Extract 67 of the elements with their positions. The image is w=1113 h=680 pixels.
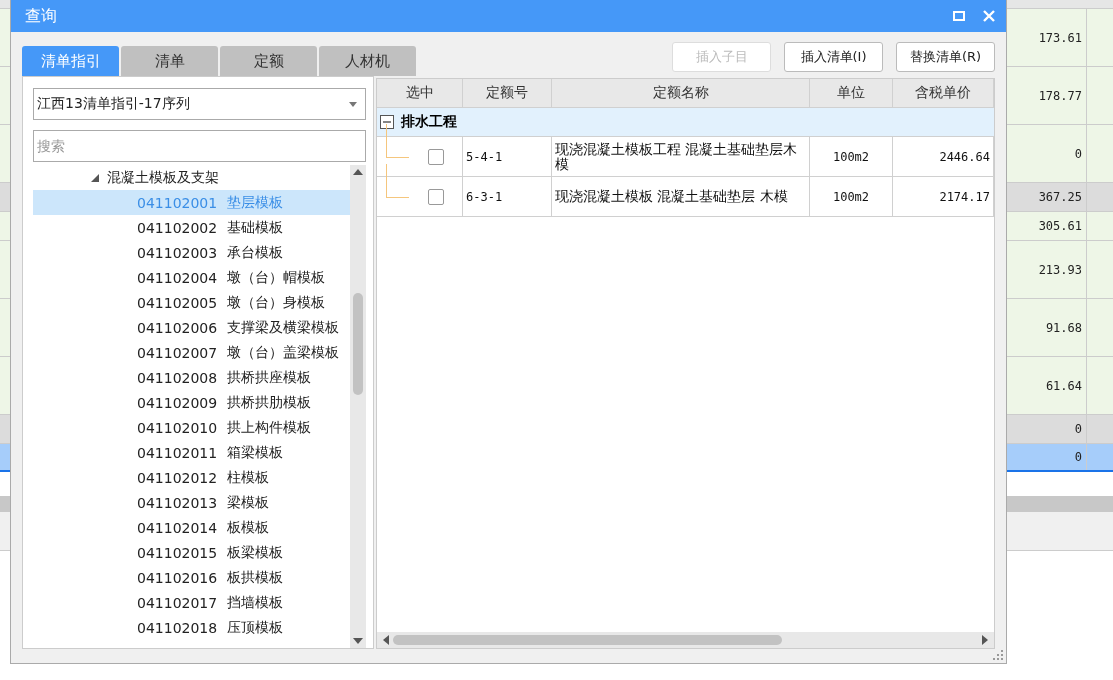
tree-item[interactable]: 041102011 箱梁模板 — [33, 440, 350, 465]
table-cell: 5-4-1 — [463, 137, 552, 177]
resize-grip-icon[interactable] — [993, 650, 1003, 660]
table-cell: 100m2 — [810, 137, 893, 177]
table-cell: 现浇混凝土模板 混凝土基础垫层 木模 — [552, 177, 810, 217]
scroll-left-icon[interactable] — [383, 635, 389, 645]
window-title: 查询 — [25, 5, 57, 27]
table-cell-text: 91.68 — [1044, 319, 1083, 337]
tree-item[interactable]: 041102012 柱模板 — [33, 465, 350, 490]
tree-item[interactable]: 041102002 基础模板 — [33, 215, 350, 240]
table-cell: 2174.17 — [893, 177, 994, 217]
tree-item[interactable]: 041102007 墩（台）盖梁模板 — [33, 340, 350, 365]
tab[interactable]: 定额 — [220, 46, 317, 76]
column-header[interactable]: 选中 — [377, 79, 463, 108]
table-cell-text: 0 — [1073, 421, 1083, 438]
button[interactable]: 插入清单(I) — [784, 42, 883, 72]
tree-item[interactable]: 041102006 支撑梁及横梁模板 — [33, 315, 350, 340]
table-cell-text: 213.93 — [1037, 261, 1083, 279]
table-cell-text: 305.61 — [1037, 218, 1083, 235]
table-cell-text: 0 — [1073, 449, 1083, 466]
tree-item[interactable]: 混凝土模板及支架 — [107, 168, 219, 187]
tree-item[interactable]: 041102015 板梁模板 — [33, 540, 350, 565]
column-header[interactable]: 单位 — [810, 79, 893, 108]
tree-item[interactable]: 041102014 板模板 — [33, 515, 350, 540]
tree-item[interactable]: 041102003 承台模板 — [33, 240, 350, 265]
checkbox[interactable] — [428, 148, 444, 165]
column-header[interactable]: 定额名称 — [552, 79, 810, 108]
tab[interactable]: 人材机 — [319, 46, 416, 76]
tab[interactable]: 清单 — [121, 46, 218, 76]
scroll-thumb[interactable] — [353, 293, 363, 395]
search-field[interactable]: 搜索 — [33, 130, 366, 162]
table-cell: 现浇混凝土模板工程 混凝土基础垫层木模 — [552, 137, 810, 177]
column-header[interactable]: 含税单价 — [893, 79, 994, 108]
table-cell-text: 367.25 — [1037, 189, 1083, 206]
group-row[interactable]: 排水工程 — [377, 108, 994, 137]
tree-item[interactable]: 041102013 梁模板 — [33, 490, 350, 515]
tree-connector-line — [386, 164, 409, 198]
table-cell-text: 0 — [1073, 145, 1083, 163]
close-icon[interactable] — [982, 9, 996, 23]
table-cell-text: 178.77 — [1037, 87, 1083, 105]
table-cell-text: 173.61 — [1037, 29, 1083, 47]
scrollbar[interactable] — [377, 632, 994, 648]
scroll-up-icon[interactable] — [353, 169, 363, 175]
library-select[interactable]: 江西13清单指引-17序列 — [33, 88, 366, 120]
maximize-icon[interactable] — [952, 9, 966, 23]
tree-item[interactable]: 041102017 挡墙模板 — [33, 590, 350, 615]
column-header[interactable]: 定额号 — [463, 79, 552, 108]
scroll-right-icon[interactable] — [982, 635, 988, 645]
scrollbar[interactable] — [350, 165, 366, 648]
table-cell: 2446.64 — [893, 137, 994, 177]
tree-item[interactable]: 041102004 墩（台）帽模板 — [33, 265, 350, 290]
tree-item[interactable]: 041102018 压顶模板 — [33, 615, 350, 640]
collapse-icon[interactable] — [380, 115, 394, 129]
checkbox[interactable] — [428, 188, 444, 205]
tree-item[interactable]: 041102005 墩（台）身模板 — [33, 290, 350, 315]
scroll-thumb[interactable] — [393, 635, 782, 645]
expanded-triangle-icon[interactable] — [91, 173, 99, 182]
scroll-down-icon[interactable] — [353, 638, 363, 644]
dropdown-caret-icon[interactable] — [349, 101, 357, 107]
tree-item[interactable]: 041102016 板拱模板 — [33, 565, 350, 590]
table-cell: 100m2 — [810, 177, 893, 217]
tree-item[interactable]: 041102010 拱上构件模板 — [33, 415, 350, 440]
table-cell: 6-3-1 — [463, 177, 552, 217]
button[interactable]: 替换清单(R) — [896, 42, 995, 72]
tree-item[interactable]: 041102008 拱桥拱座模板 — [33, 365, 350, 390]
table-cell-text: 61.64 — [1044, 377, 1083, 395]
tree-item[interactable]: 041102009 拱桥拱肋模板 — [33, 390, 350, 415]
